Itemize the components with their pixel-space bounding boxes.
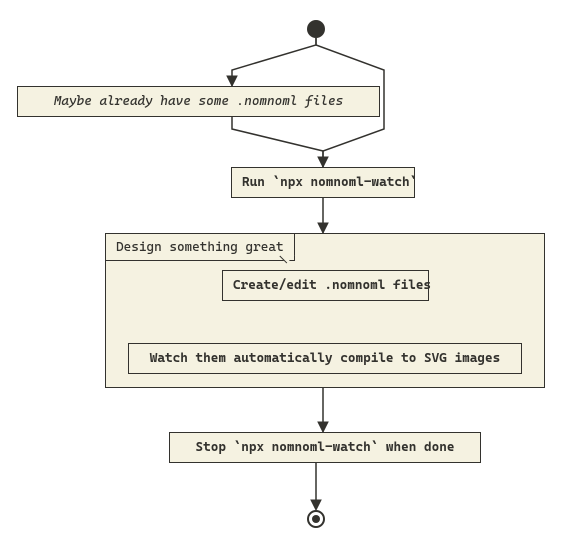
run-command-node: Run `npx nomnoml-watch` [231,167,415,198]
maybe-files-label: Maybe already have some .nomnoml files [54,94,343,109]
flowchart-diagram: Maybe already have some .nomnoml files R… [0,0,575,538]
end-node [307,510,325,528]
start-node [307,20,325,38]
design-frame-title: Design something great [106,234,295,261]
stop-command-node: Stop `npx nomnoml-watch` when done [169,432,481,463]
create-edit-node: Create/edit .nomnoml files [222,270,429,301]
run-command-label: Run `npx nomnoml-watch` [242,175,417,190]
create-edit-label: Create/edit .nomnoml files [233,278,431,293]
maybe-files-node: Maybe already have some .nomnoml files [17,86,380,117]
stop-command-label: Stop `npx nomnoml-watch` when done [196,440,455,455]
watch-compile-node: Watch them automatically compile to SVG … [128,343,522,374]
watch-compile-label: Watch them automatically compile to SVG … [150,351,500,366]
